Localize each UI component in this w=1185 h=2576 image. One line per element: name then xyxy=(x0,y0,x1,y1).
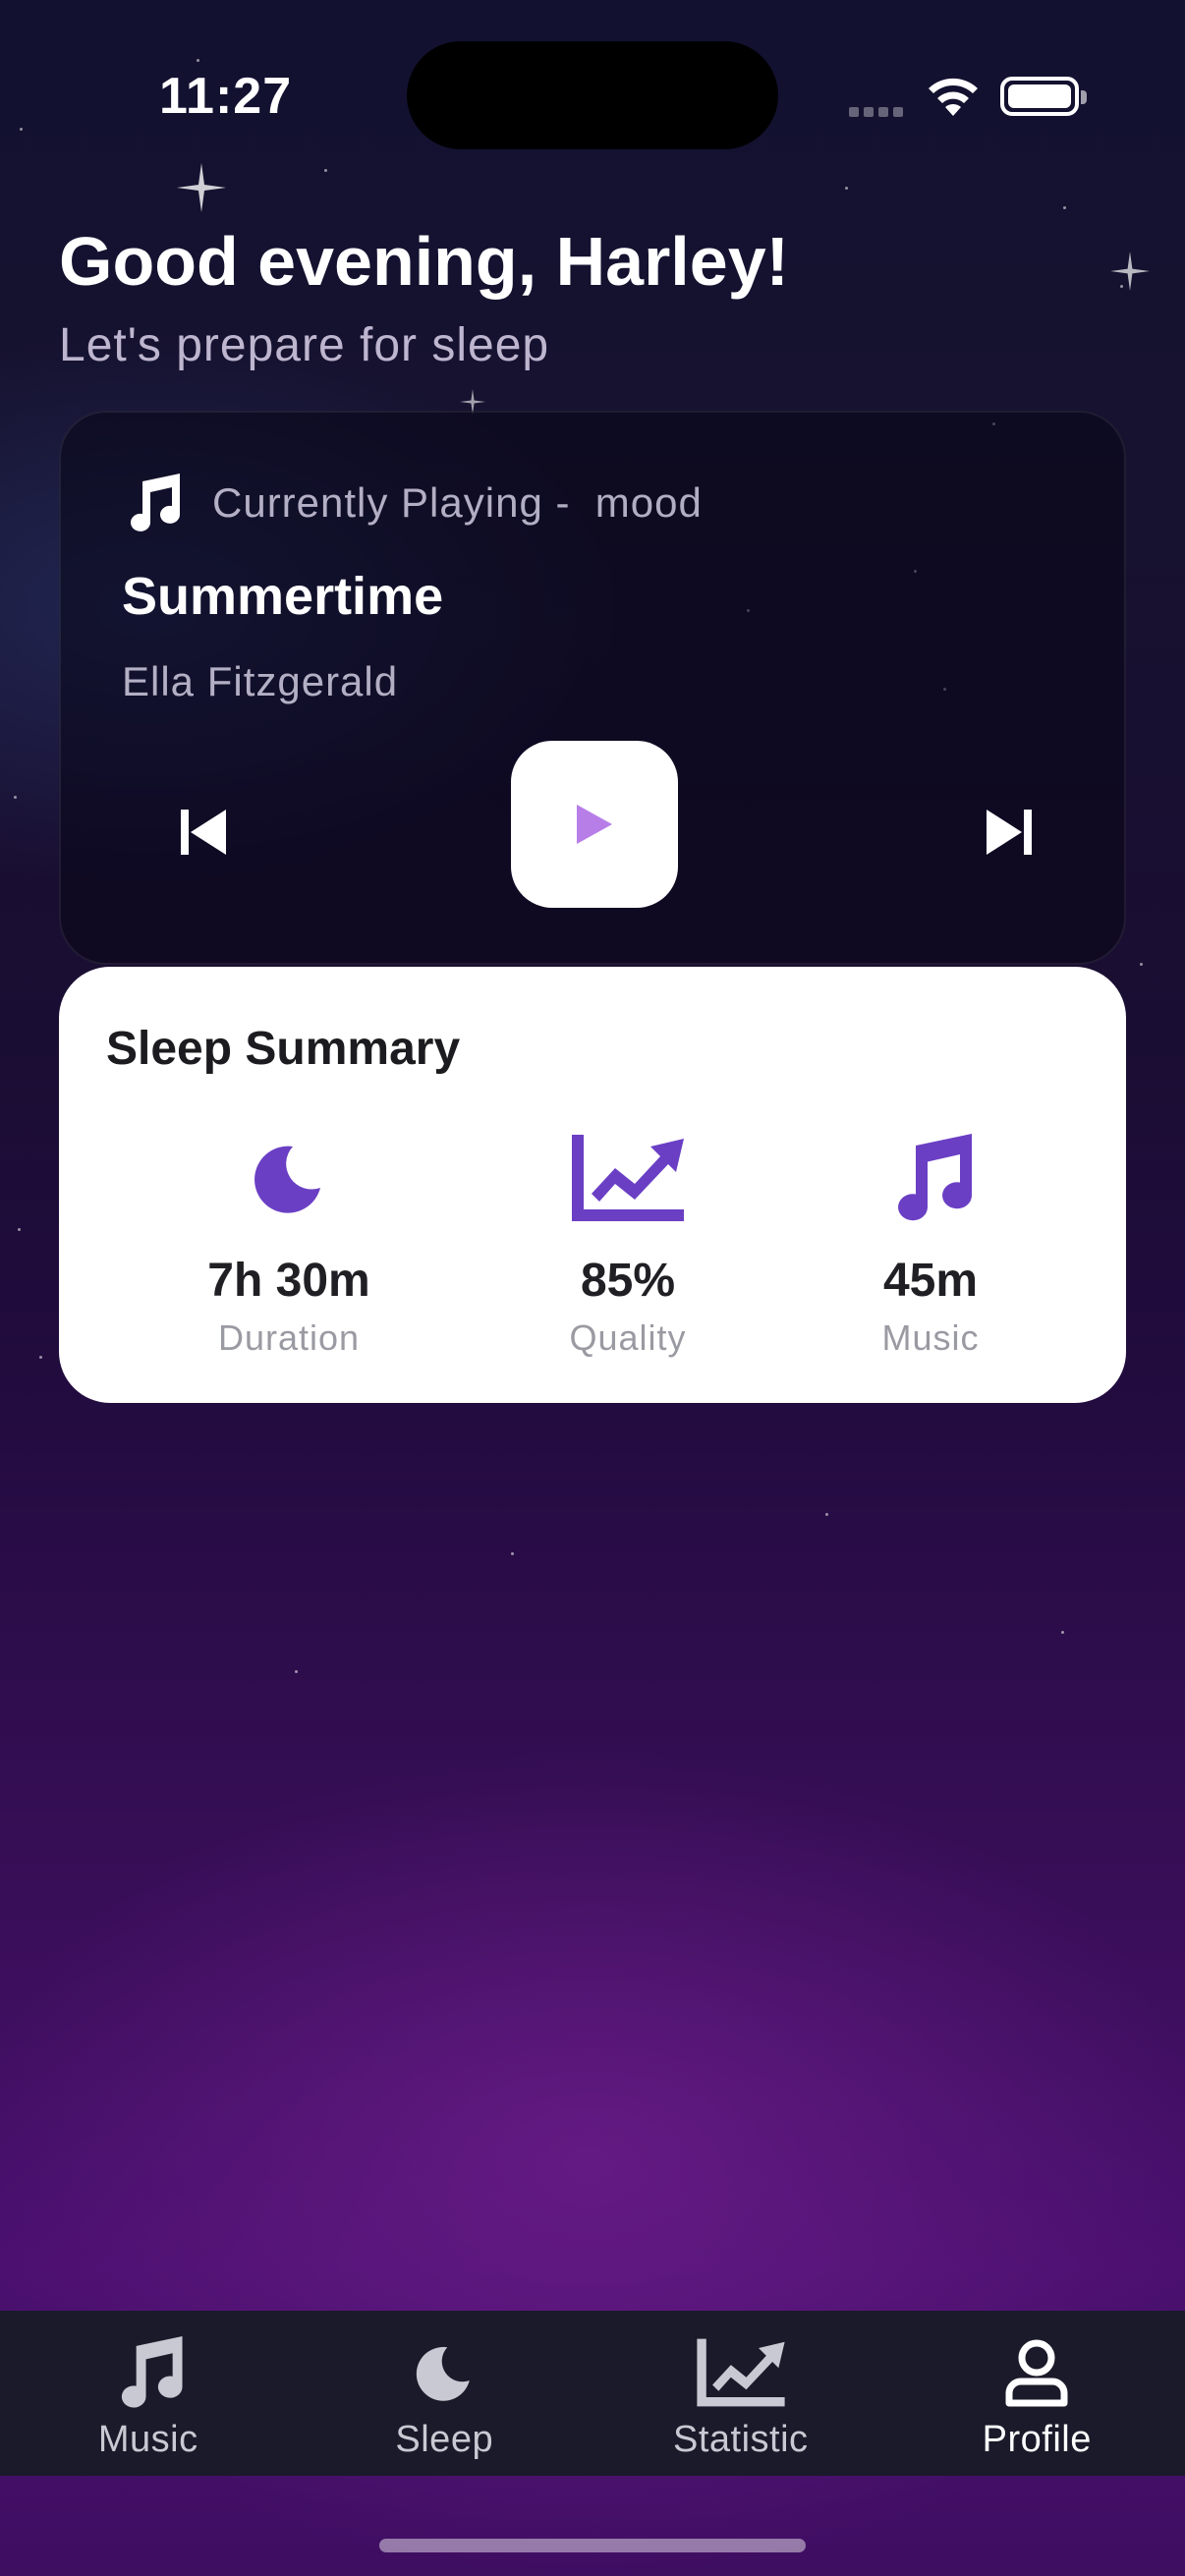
play-icon xyxy=(577,805,612,844)
music-note-icon xyxy=(898,1134,972,1221)
play-button[interactable] xyxy=(511,741,678,908)
wifi-icon xyxy=(929,78,978,116)
dynamic-island xyxy=(407,41,778,149)
tab-profile[interactable]: Profile xyxy=(889,2311,1185,2476)
cellular-signal-icon xyxy=(849,104,908,117)
status-time: 11:27 xyxy=(159,68,293,125)
now-playing-label: Currently Playing - mood xyxy=(212,479,703,526)
trending-chart-icon xyxy=(697,2338,785,2407)
moon-icon xyxy=(254,1146,320,1213)
tab-label: Music xyxy=(97,2419,198,2460)
stat-quality: 85% Quality xyxy=(490,1124,765,1359)
tab-label: Profile xyxy=(982,2419,1092,2460)
tab-sleep[interactable]: Sleep xyxy=(297,2311,593,2476)
person-icon xyxy=(1005,2339,1068,2407)
stat-caption: Quality xyxy=(569,1317,687,1358)
tab-statistic[interactable]: Statistic xyxy=(592,2311,889,2476)
sleep-summary-title: Sleep Summary xyxy=(106,1023,461,1075)
stat-value: 7h 30m xyxy=(207,1255,370,1307)
stat-value: 85% xyxy=(580,1255,676,1307)
song-title: Summertime xyxy=(122,567,444,626)
tab-music[interactable]: Music xyxy=(0,2311,297,2476)
moon-icon xyxy=(417,2346,471,2401)
greeting-subtitle: Let's prepare for sleep xyxy=(59,319,550,371)
skip-previous-icon xyxy=(181,810,226,855)
home-indicator[interactable] xyxy=(379,2539,806,2552)
skip-next-icon xyxy=(987,810,1032,855)
greeting-title: Good evening, Harley! xyxy=(59,223,789,300)
stat-music: 45m Music xyxy=(793,1124,1068,1359)
stat-caption: Duration xyxy=(217,1317,361,1358)
next-track-button[interactable] xyxy=(965,788,1053,876)
tab-label: Sleep xyxy=(395,2419,494,2460)
now-playing-header: Currently Playing - mood xyxy=(120,474,703,532)
sleep-summary-card: Sleep Summary 7h 30m Duration 85% Qualit… xyxy=(59,967,1126,1403)
stat-duration: 7h 30m Duration xyxy=(151,1124,426,1359)
now-playing-card: Currently Playing - mood Summertime Ella… xyxy=(59,411,1126,965)
tab-bar: Music Sleep Statistic Profile xyxy=(0,2311,1185,2476)
music-note-icon xyxy=(121,2336,183,2408)
music-note-icon xyxy=(131,474,180,532)
stat-value: 45m xyxy=(882,1255,979,1307)
trending-chart-icon xyxy=(572,1135,684,1221)
previous-track-button[interactable] xyxy=(159,788,248,876)
status-bar: 11:27 xyxy=(0,0,1185,196)
stat-caption: Music xyxy=(881,1317,980,1358)
tab-label: Statistic xyxy=(672,2419,809,2460)
song-artist: Ella Fitzgerald xyxy=(122,658,399,704)
battery-icon xyxy=(1000,77,1087,116)
